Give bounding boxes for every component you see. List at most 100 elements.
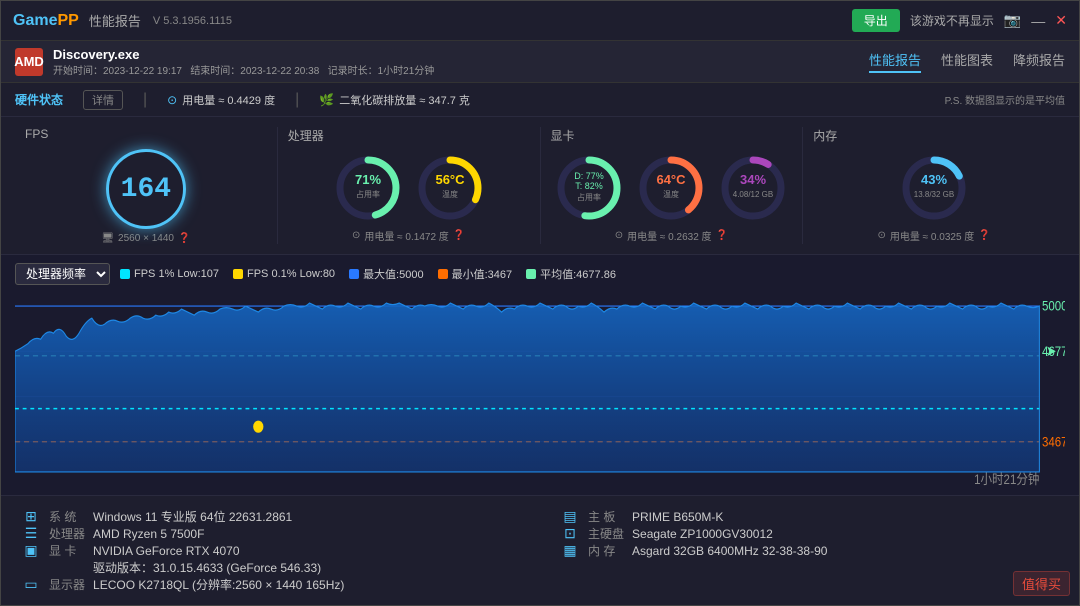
sysinfo-cpu-key: 处理器 <box>49 525 85 542</box>
fps-section: FPS 164 🖥 2560 × 1440 ❓ <box>15 127 278 244</box>
sysinfo-ram-val: Asgard 32GB 6400MHz 32-38-38-90 <box>632 544 827 558</box>
legend-min: 最小值:3467 <box>438 266 513 282</box>
svg-text:64°C: 64°C <box>657 172 687 187</box>
svg-text:温度: 温度 <box>442 189 458 199</box>
legend-avg-label: 平均值:4677.86 <box>540 266 616 282</box>
metrics-row: FPS 164 🖥 2560 × 1440 ❓ 处理器 <box>1 117 1079 255</box>
gpu-info-icon: ▣ <box>21 542 41 559</box>
sysinfo-monitor: ▭ 显示器 LECOO K2718QL (分辨率:2560 × 1440 165… <box>21 576 520 593</box>
gpu-vram-gauge: 34% 4.08/12 GB <box>717 152 789 224</box>
svg-text:34%: 34% <box>740 172 766 187</box>
gpu-temp-gauge: 64°C 温度 <box>635 152 707 224</box>
ps-note: P.S. 数据图显示的是平均值 <box>945 92 1065 107</box>
svg-text:D: 77%: D: 77% <box>575 171 605 181</box>
gpu-label: 显卡 <box>551 127 575 144</box>
legend-fps1-dot <box>120 269 130 279</box>
fps-resolution: 🖥 2560 × 1440 ❓ <box>101 233 190 244</box>
cpu-power: ⊙ 用电量 ≈ 0.1472 度 ❓ <box>352 228 465 243</box>
app-name: Discovery.exe <box>53 47 434 62</box>
sysinfo-gpu: ▣ 显 卡 NVIDIA GeForce RTX 4070 <box>21 542 520 559</box>
tab-performance-report[interactable]: 性能报告 <box>869 50 921 73</box>
legend-min-dot <box>438 269 448 279</box>
watermark: 值得买 <box>1013 571 1070 596</box>
cpu-temp-gauge: 56°C 温度 <box>414 152 486 224</box>
svg-text:➤: ➤ <box>1046 342 1057 359</box>
cpu-usage-svg: 71% 占用率 <box>332 152 404 224</box>
sysinfo-system: ⊞ 系 统 Windows 11 专业版 64位 22631.2861 <box>21 508 520 525</box>
appbar: AMD Discovery.exe 开始时间：2023-12-22 19:17 … <box>1 41 1079 83</box>
sysinfo-right: ▤ 主 板 PRIME B650M-K ⊡ 主硬盘 Seagate ZP1000… <box>560 508 1059 593</box>
fps-help-icon[interactable]: ❓ <box>178 233 190 244</box>
fps-circle: 164 <box>106 149 186 229</box>
sysinfo-monitor-val: LECOO K2718QL (分辨率:2560 × 1440 165Hz) <box>93 576 344 593</box>
ram-usage-gauge: 43% 13.8/32 GB <box>898 152 970 224</box>
sysinfo-gpu-key: 显 卡 <box>49 542 85 559</box>
ram-help-icon[interactable]: ❓ <box>978 230 990 241</box>
hw-title: 硬件状态 <box>15 91 63 108</box>
hw-detail-button[interactable]: 详情 <box>83 90 123 110</box>
monitor-icon: 🖥 <box>101 233 114 244</box>
cpu-power-icon: ⊙ <box>352 230 360 241</box>
cpu-help-icon[interactable]: ❓ <box>453 230 465 241</box>
svg-text:13.8/32 GB: 13.8/32 GB <box>914 190 954 199</box>
svg-text:占用率: 占用率 <box>356 189 380 199</box>
close-button[interactable]: ✕ <box>1055 12 1067 29</box>
tab-throttle-report[interactable]: 降频报告 <box>1013 50 1065 73</box>
sysinfo-driver: 驱动版本：31.0.15.4633 (GeForce 546.33) <box>21 559 520 576</box>
svg-text:5000: 5000 <box>1042 299 1065 314</box>
svg-text:71%: 71% <box>355 172 381 187</box>
sysinfo-cpu: ☰ 处理器 AMD Ryzen 5 7500F <box>21 525 520 542</box>
gpu-power: ⊙ 用电量 ≈ 0.2632 度 ❓ <box>615 228 728 243</box>
gpu-section: 显卡 D: 77% T: 82% 占用率 <box>541 127 804 244</box>
logo-game: Game <box>13 12 57 29</box>
legend-fps01-dot <box>233 269 243 279</box>
gpu-help-icon[interactable]: ❓ <box>716 230 728 241</box>
minimize-button[interactable]: — <box>1031 13 1045 29</box>
ram-power-icon: ⊙ <box>877 230 885 241</box>
sysinfo: ⊞ 系 统 Windows 11 专业版 64位 22631.2861 ☰ 处理… <box>1 495 1079 605</box>
sysinfo-driver-val: 驱动版本：31.0.15.4633 (GeForce 546.33) <box>93 559 321 576</box>
sysinfo-hdd-val: Seagate ZP1000GV30012 <box>632 527 773 541</box>
no-show-button[interactable]: 该游戏不再显示 <box>910 12 994 29</box>
chart-select[interactable]: 处理器频率 <box>15 263 110 285</box>
gpu-usage-gauge: D: 77% T: 82% 占用率 <box>553 152 625 224</box>
camera-icon[interactable]: 📷 <box>1004 12 1021 29</box>
system-icon: ⊞ <box>21 508 41 525</box>
cpu-usage-gauge: 71% 占用率 <box>332 152 404 224</box>
hdd-icon: ⊡ <box>560 525 580 542</box>
version-text: V 5.3.1956.1115 <box>153 15 232 27</box>
chart-svg: 5000 4677.86 3467 <box>15 291 1065 487</box>
chart-legend: FPS 1% Low:107 FPS 0.1% Low:80 最大值:5000 … <box>120 266 616 282</box>
cpu-icon: ☰ <box>21 525 41 542</box>
co2-stat: 🌿 二氧化碳排放量 ≈ 347.7 克 <box>319 92 470 108</box>
tab-performance-chart[interactable]: 性能图表 <box>941 50 993 73</box>
sysinfo-hdd-key: 主硬盘 <box>588 525 624 542</box>
svg-text:43%: 43% <box>921 172 947 187</box>
sysinfo-ram-key: 内 存 <box>588 542 624 559</box>
co2-icon: 🌿 <box>319 93 334 107</box>
app-icon: AMD <box>15 48 43 76</box>
svg-text:56°C: 56°C <box>435 172 465 187</box>
sysinfo-gpu-val: NVIDIA GeForce RTX 4070 <box>93 544 240 558</box>
ram-power: ⊙ 用电量 ≈ 0.0325 度 ❓ <box>877 228 990 243</box>
chart-section: 处理器频率 FPS 1% Low:107 FPS 0.1% Low:80 最大值… <box>1 255 1079 495</box>
legend-fps01-label: FPS 0.1% Low:80 <box>247 268 335 280</box>
sysinfo-cpu-val: AMD Ryzen 5 7500F <box>93 527 204 541</box>
sysinfo-left: ⊞ 系 统 Windows 11 专业版 64位 22631.2861 ☰ 处理… <box>21 508 520 593</box>
hw-bar: 硬件状态 详情 | ⊙ 用电量 ≈ 0.4429 度 | 🌿 二氧化碳排放量 ≈… <box>1 83 1079 117</box>
title-report: 性能报告 <box>89 11 141 30</box>
ram-label: 内存 <box>813 127 837 144</box>
export-button[interactable]: 导出 <box>852 9 900 32</box>
titlebar-controls: 导出 该游戏不再显示 📷 — ✕ <box>852 9 1067 32</box>
sysinfo-mobo-key: 主 板 <box>588 508 624 525</box>
sysinfo-hdd: ⊡ 主硬盘 Seagate ZP1000GV30012 <box>560 525 1059 542</box>
legend-avg: 平均值:4677.86 <box>526 266 616 282</box>
mobo-icon: ▤ <box>560 508 580 525</box>
legend-min-label: 最小值:3467 <box>452 266 513 282</box>
gpu-power-icon: ⊙ <box>615 230 623 241</box>
svg-text:4.08/12 GB: 4.08/12 GB <box>733 190 773 199</box>
sysinfo-ram: ▦ 内 存 Asgard 32GB 6400MHz 32-38-38-90 <box>560 542 1059 559</box>
sysinfo-system-key: 系 统 <box>49 508 85 525</box>
sysinfo-mobo-val: PRIME B650M-K <box>632 510 723 524</box>
logo-pp: PP <box>57 12 78 29</box>
